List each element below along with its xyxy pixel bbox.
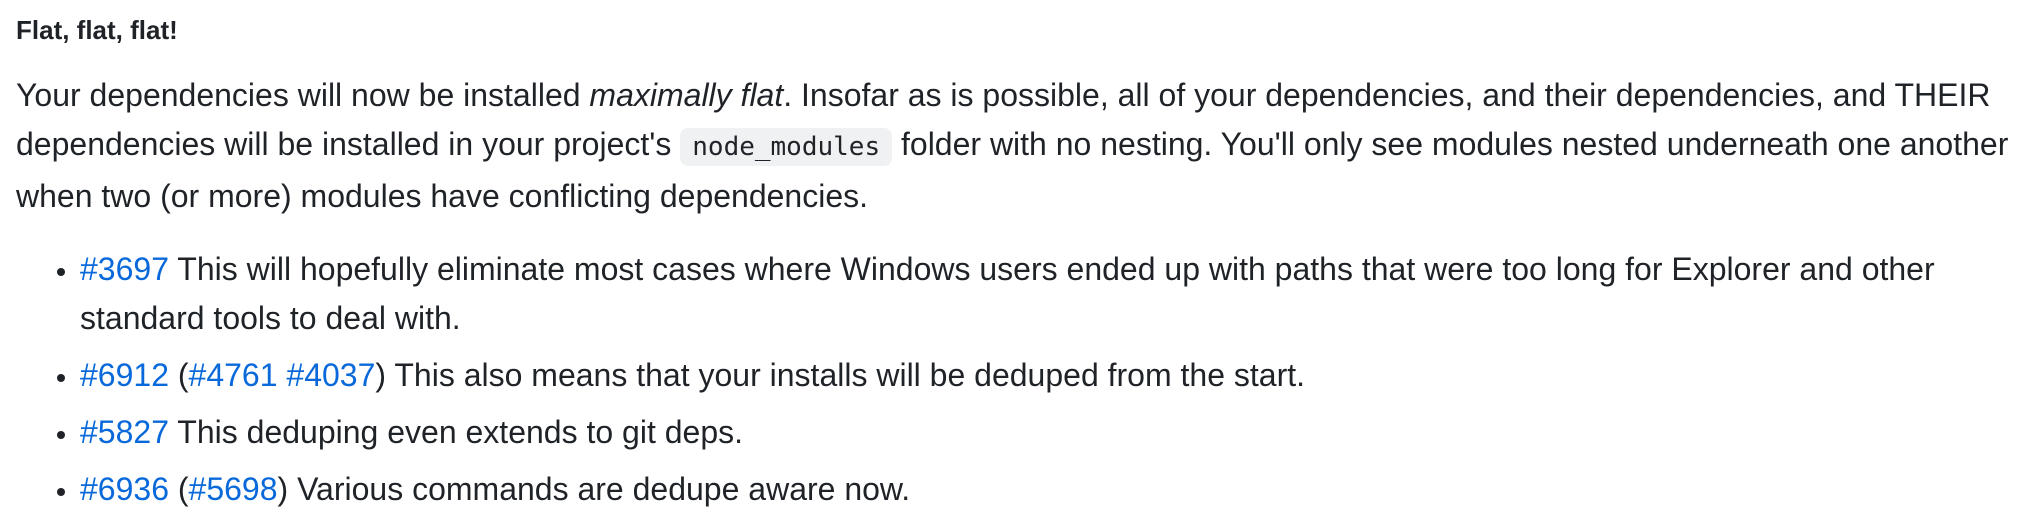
paren-open: (	[168, 357, 189, 393]
issue-link[interactable]: #4761	[189, 357, 278, 393]
issue-link[interactable]: #5698	[189, 471, 278, 507]
list-item: #6912 (#4761 #4037) This also means that…	[80, 351, 2010, 400]
list-item-text: This will hopefully eliminate most cases…	[80, 251, 1935, 336]
section-heading: Flat, flat, flat!	[16, 15, 178, 45]
list-item-text: This deduping even extends to git deps.	[168, 414, 744, 450]
paragraph-emphasis: maximally flat	[589, 77, 784, 113]
list-item-text: ) Various commands are dedupe aware now.	[277, 471, 911, 507]
release-notes-section: Flat, flat, flat! Your dependencies will…	[0, 0, 2026, 514]
issue-link[interactable]: #6936	[80, 471, 169, 507]
issue-link[interactable]: #3697	[80, 251, 169, 287]
list-item: #6936 (#5698) Various commands are dedup…	[80, 465, 2010, 514]
list-item-text: ) This also means that your installs wil…	[375, 357, 1306, 393]
issue-link[interactable]: #4037	[286, 357, 375, 393]
list-item: #3697 This will hopefully eliminate most…	[80, 245, 2010, 343]
inline-code: node_modules	[680, 128, 893, 166]
description-paragraph: Your dependencies will now be installed …	[16, 71, 2010, 221]
issue-link[interactable]: #6912	[80, 357, 169, 393]
paren-open: (	[168, 471, 189, 507]
list-item: #5827 This deduping even extends to git …	[80, 408, 2010, 457]
paragraph-text-1: Your dependencies will now be installed	[16, 77, 590, 113]
changes-list: #3697 This will hopefully eliminate most…	[16, 245, 2010, 514]
issue-link[interactable]: #5827	[80, 414, 169, 450]
